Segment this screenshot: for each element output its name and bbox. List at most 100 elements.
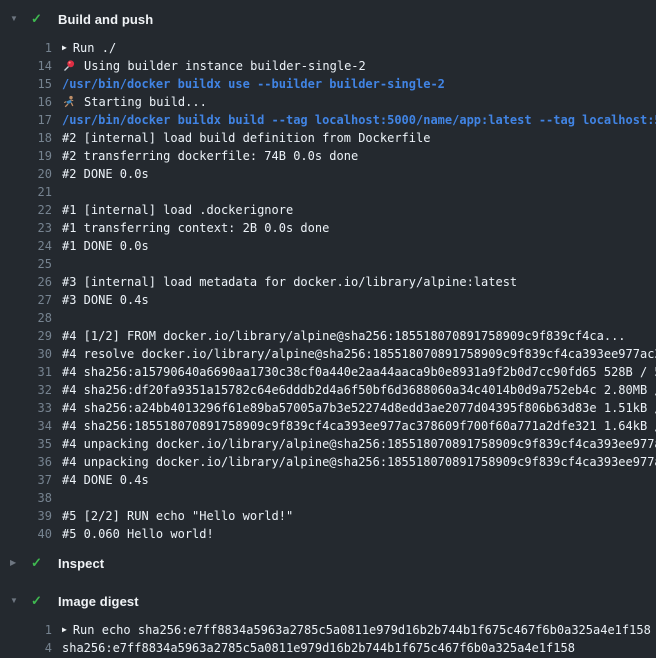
log-text-content: #4 sha256:a15790640a6690aa1730c38cf0a440… (62, 363, 656, 381)
line-number[interactable]: 29 (0, 327, 52, 345)
log-text: #1 transferring context: 2B 0.0s done (62, 219, 329, 237)
log-line: 31 #4 sha256:a15790640a6690aa1730c38cf0a4… (0, 363, 656, 381)
log-line: 30 #4 resolve docker.io/library/alpine@sh… (0, 345, 656, 363)
line-number[interactable]: 34 (0, 417, 52, 435)
log-line: 18 #2 [internal] load build definition fr… (0, 129, 656, 147)
log-text: #4 sha256:df20fa9351a15782c64e6dddb2d4a6… (62, 381, 656, 399)
line-number[interactable]: 23 (0, 219, 52, 237)
line-number[interactable]: 36 (0, 453, 52, 471)
log-text-content: /usr/bin/docker buildx use --builder bui… (62, 75, 445, 93)
step-header-image-digest[interactable]: ▼ ✓ Image digest (0, 591, 656, 611)
log-line: 23 #1 transferring context: 2B 0.0s done (0, 219, 656, 237)
log-text: #4 DONE 0.4s (62, 471, 149, 489)
log-text: #2 [internal] load build definition from… (62, 129, 430, 147)
log-text-content: /usr/bin/docker buildx build --tag local… (62, 111, 656, 129)
log-text-content: #3 [internal] load metadata for docker.i… (62, 273, 517, 291)
log-text: sha256:e7ff8834a5963a2785c5a0811e979d16b… (62, 639, 575, 657)
chevron-down-icon[interactable]: ▼ (10, 9, 22, 29)
step-log-lines: 1 ▶ Run echo sha256:e7ff8834a5963a2785c5a0… (0, 621, 656, 657)
log-text: #2 transferring dockerfile: 74B 0.0s don… (62, 147, 358, 165)
line-number[interactable]: 15 (0, 75, 52, 93)
log-line: 32 #4 sha256:df20fa9351a15782c64e6dddb2d4… (0, 381, 656, 399)
line-number[interactable]: 14 (0, 57, 52, 75)
log-text-content: #1 DONE 0.0s (62, 237, 149, 255)
log-text: /usr/bin/docker buildx build --tag local… (62, 111, 656, 129)
log-text: #4 sha256:a15790640a6690aa1730c38cf0a440… (62, 363, 656, 381)
line-number[interactable]: 18 (0, 129, 52, 147)
log-line: 4 sha256:e7ff8834a5963a2785c5a0811e979d16… (0, 639, 656, 657)
line-number[interactable]: 33 (0, 399, 52, 417)
log-line: 25 (0, 255, 656, 273)
log-text: #4 unpacking docker.io/library/alpine@sh… (62, 435, 656, 453)
runner-icon (62, 95, 76, 109)
log-text: #4 [1/2] FROM docker.io/library/alpine@s… (62, 327, 626, 345)
log-text-content: #4 unpacking docker.io/library/alpine@sh… (62, 435, 656, 453)
line-number[interactable]: 27 (0, 291, 52, 309)
log-text-content: #1 [internal] load .dockerignore (62, 201, 293, 219)
step-title-inspect: Inspect (58, 556, 104, 571)
line-number[interactable]: 1 (0, 621, 52, 639)
step-log-lines: 1▶Run ./14Using builder instance builder… (0, 39, 656, 543)
log-text: #2 DONE 0.0s (62, 165, 149, 183)
line-number[interactable]: 37 (0, 471, 52, 489)
log-text: Starting build... (62, 93, 207, 111)
success-check-icon: ✓ (31, 553, 47, 573)
log-line: 27 #3 DONE 0.4s (0, 291, 656, 309)
line-number[interactable]: 19 (0, 147, 52, 165)
chevron-right-icon[interactable]: ▶ (10, 553, 22, 573)
line-number[interactable]: 40 (0, 525, 52, 543)
log-line: 15/usr/bin/docker buildx use --builder b… (0, 75, 656, 93)
line-number[interactable]: 22 (0, 201, 52, 219)
log-line: 19 #2 transferring dockerfile: 74B 0.0s d… (0, 147, 656, 165)
line-number[interactable]: 25 (0, 255, 52, 273)
line-number[interactable]: 4 (0, 639, 52, 657)
line-number[interactable]: 21 (0, 183, 52, 201)
line-number[interactable]: 31 (0, 363, 52, 381)
line-number[interactable]: 17 (0, 111, 52, 129)
log-text-content: #4 sha256:a24bb4013296f61e89ba57005a7b3e… (62, 399, 656, 417)
log-text-content: #2 [internal] load build definition from… (62, 129, 430, 147)
log-text: #3 DONE 0.4s (62, 291, 149, 309)
log-text-content: #4 sha256:185518070891758909c9f839cf4ca3… (62, 417, 656, 435)
play-icon[interactable]: ▶ (62, 39, 67, 57)
line-number[interactable]: 16 (0, 93, 52, 111)
line-number[interactable]: 24 (0, 237, 52, 255)
step-title-build-and-push: Build and push (58, 12, 153, 27)
log-line: 38 (0, 489, 656, 507)
success-check-icon: ✓ (31, 591, 47, 611)
log-text: #4 sha256:185518070891758909c9f839cf4ca3… (62, 417, 656, 435)
log-text-content: #4 sha256:df20fa9351a15782c64e6dddb2d4a6… (62, 381, 656, 399)
line-number[interactable]: 35 (0, 435, 52, 453)
play-icon[interactable]: ▶ (62, 621, 67, 639)
step-header-inspect[interactable]: ▶ ✓ Inspect (0, 553, 656, 573)
line-number[interactable]: 20 (0, 165, 52, 183)
section-image-digest: ▼ ✓ Image digest 1 ▶ Run echo sha256:e7ff8834… (0, 591, 656, 657)
success-check-icon: ✓ (31, 9, 47, 29)
section-build-and-push: ▼✓Build and push1▶Run ./14Using builder … (0, 9, 656, 543)
line-number[interactable]: 38 (0, 489, 52, 507)
line-number[interactable]: 1 (0, 39, 52, 57)
step-header-build-and-push[interactable]: ▼ ✓ Build and push (0, 9, 656, 29)
section-inspect: ▶ ✓ Inspect (0, 553, 656, 573)
log-text-content: #4 resolve docker.io/library/alpine@sha2… (62, 345, 656, 363)
line-number[interactable]: 32 (0, 381, 52, 399)
log-text-content: #4 unpacking docker.io/library/alpine@sh… (62, 453, 656, 471)
log-text: #1 DONE 0.0s (62, 237, 149, 255)
log-text-content: #5 0.060 Hello world! (62, 525, 214, 543)
line-number[interactable]: 26 (0, 273, 52, 291)
chevron-down-icon[interactable]: ▼ (10, 591, 22, 611)
log-text-content: #3 DONE 0.4s (62, 291, 149, 309)
line-number[interactable]: 39 (0, 507, 52, 525)
line-number[interactable]: 30 (0, 345, 52, 363)
log-line: 16 Starting build... (0, 93, 656, 111)
log-text-content: Starting build... (84, 93, 207, 111)
step-title-image-digest: Image digest (58, 594, 139, 609)
log-line: 22 #1 [internal] load .dockerignore (0, 201, 656, 219)
log-text-content: Run echo sha256:e7ff8834a5963a2785c5a081… (73, 621, 651, 639)
log-line: 21 (0, 183, 656, 201)
line-number[interactable]: 28 (0, 309, 52, 327)
log-line: 37 #4 DONE 0.4s (0, 471, 656, 489)
log-text-content: #4 [1/2] FROM docker.io/library/alpine@s… (62, 327, 626, 345)
log-text-content: #4 DONE 0.4s (62, 471, 149, 489)
log-text: Using builder instance builder-single-2 (62, 57, 366, 75)
